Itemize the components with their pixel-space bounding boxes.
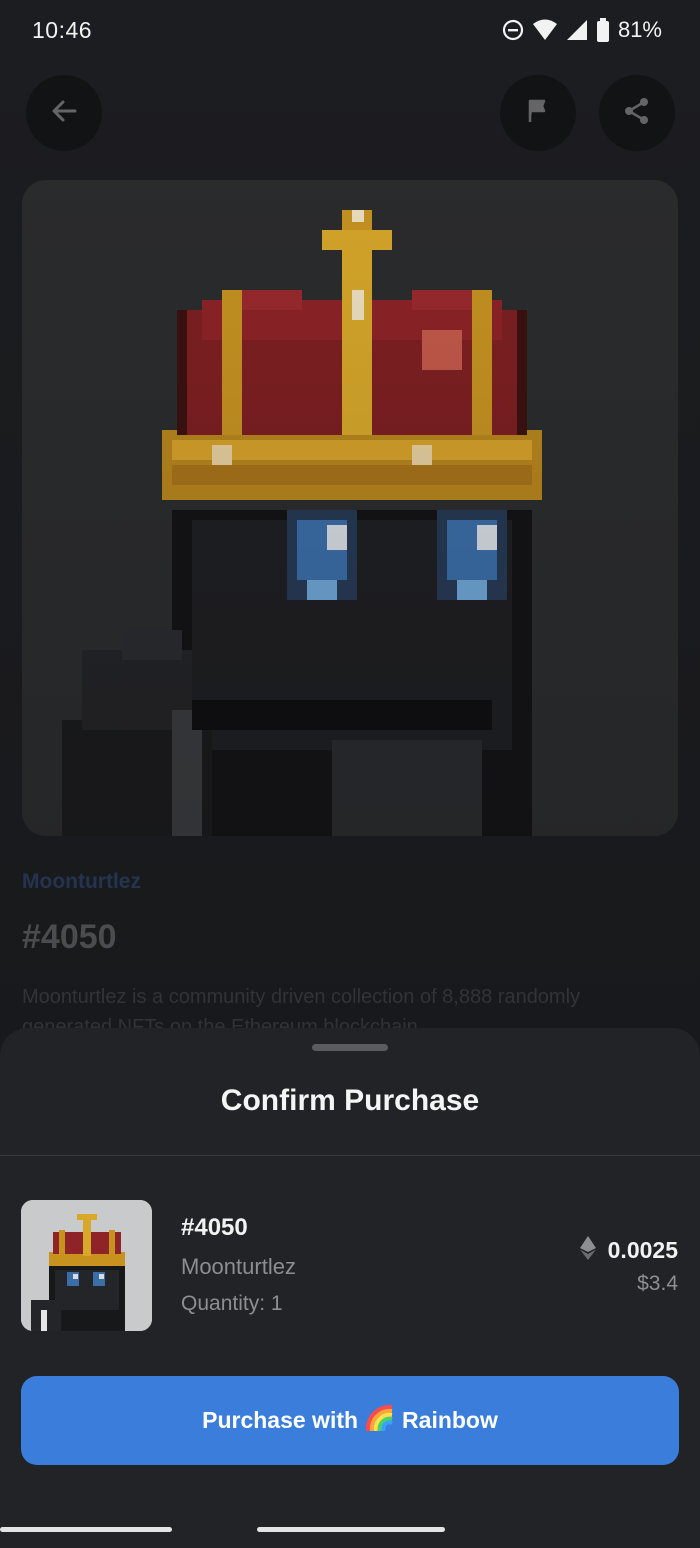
home-indicator-left xyxy=(0,1527,172,1532)
item-price: 0.0025 xyxy=(579,1236,678,1265)
purchase-label-suffix: Rainbow xyxy=(402,1407,498,1433)
moonturtle-thumbnail-art xyxy=(21,1200,152,1331)
flag-icon xyxy=(524,97,552,130)
battery-percentage: 81% xyxy=(617,17,662,42)
status-time: 10:46 xyxy=(32,16,93,43)
signal-icon xyxy=(566,19,588,41)
rainbow-icon xyxy=(366,1404,394,1437)
moonturtle-crown-artwork xyxy=(62,210,542,836)
price-usd: $3.4 xyxy=(637,1272,678,1295)
sheet-title: Confirm Purchase xyxy=(220,1084,480,1117)
screen: 10:46 81% Moonturtlez #4050 Moonturtlez … xyxy=(0,0,700,1548)
item-name: #4050 xyxy=(181,1214,248,1241)
item-collection: Moonturtlez xyxy=(181,1254,296,1279)
purchase-with-rainbow-button[interactable]: Purchase with Rainbow xyxy=(21,1376,679,1465)
do-not-disturb-icon xyxy=(502,19,524,41)
status-icons: 81% xyxy=(502,17,662,43)
nft-title: #4050 xyxy=(22,918,117,956)
purchase-label-prefix: Purchase with xyxy=(202,1407,359,1433)
home-indicator[interactable] xyxy=(257,1527,445,1532)
battery-icon xyxy=(596,18,610,42)
back-arrow-icon xyxy=(49,96,79,131)
purchase-item: #4050 Moonturtlez Quantity: 1 0.0025 $3.… xyxy=(0,1200,700,1332)
collection-link[interactable]: Moonturtlez xyxy=(22,870,141,894)
confirm-purchase-sheet: Confirm Purchase #4050 Moonturtlez Quant… xyxy=(0,1028,700,1548)
status-bar: 10:46 81% xyxy=(0,0,700,60)
share-button[interactable] xyxy=(599,75,675,151)
nft-image xyxy=(22,180,678,836)
item-quantity: Quantity: 1 xyxy=(181,1292,283,1315)
divider xyxy=(0,1155,700,1156)
item-thumbnail xyxy=(21,1200,152,1331)
wifi-icon xyxy=(532,19,558,41)
report-button[interactable] xyxy=(500,75,576,151)
back-button[interactable] xyxy=(26,75,102,151)
share-icon xyxy=(622,96,652,131)
price-eth: 0.0025 xyxy=(607,1237,678,1263)
sheet-drag-handle[interactable] xyxy=(312,1044,388,1051)
ethereum-icon xyxy=(579,1236,596,1265)
